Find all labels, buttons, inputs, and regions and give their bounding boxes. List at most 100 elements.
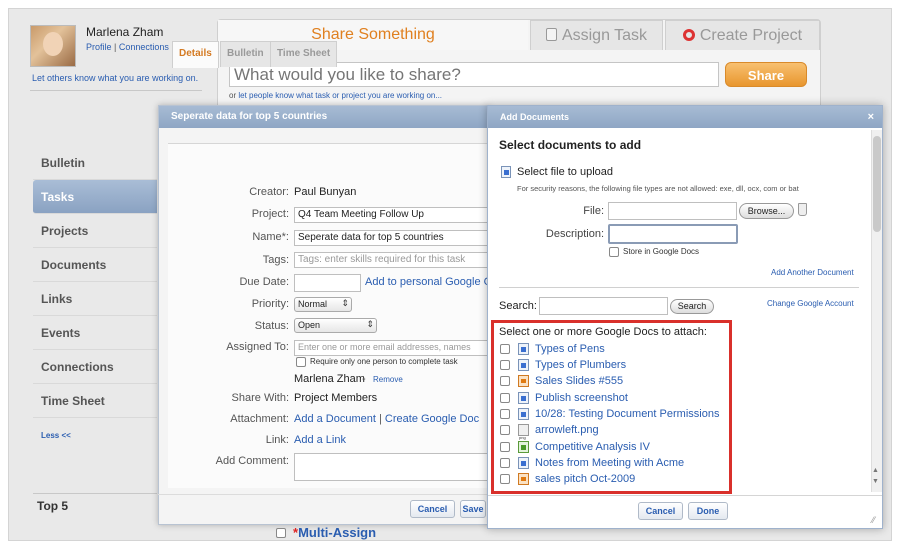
sidebar: Bulletin Tasks Projects Documents Links … <box>33 146 157 418</box>
doc-checkbox[interactable] <box>500 458 510 468</box>
tab-assign-task[interactable]: Assign Task <box>530 20 663 50</box>
profile-link[interactable]: Profile <box>86 42 112 52</box>
image-file-icon <box>518 424 529 446</box>
doc-title[interactable]: Notes from Meeting with Acme <box>535 455 684 471</box>
divider <box>33 493 157 494</box>
multi-assign-text: Multi-Assign <box>298 525 377 540</box>
sidebar-item-events[interactable]: Events <box>33 316 157 350</box>
multi-assign-checkbox[interactable] <box>276 528 286 538</box>
docs-done-button[interactable]: Done <box>688 502 728 520</box>
sidebar-item-documents[interactable]: Documents <box>33 248 157 282</box>
create-google-doc-link[interactable]: Create Google Doc <box>385 413 479 425</box>
tab-details[interactable]: Details <box>172 41 219 68</box>
due-date-field[interactable] <box>294 274 361 292</box>
close-icon[interactable]: × <box>868 106 874 128</box>
search-label: Search: <box>499 300 537 312</box>
connections-link[interactable]: Connections <box>119 42 169 52</box>
google-doc-icon <box>518 408 529 420</box>
resize-grip-icon[interactable]: ⁄⁄ <box>872 515 875 525</box>
doc-title[interactable]: Competitive Analysis IV <box>535 439 650 455</box>
tab-bulletin[interactable]: Bulletin <box>220 41 271 67</box>
file-path-field[interactable] <box>608 202 737 220</box>
add-link-link[interactable]: Add a Link <box>294 434 346 446</box>
require-one-checkbox[interactable] <box>296 357 306 367</box>
sidebar-item-time-sheet[interactable]: Time Sheet <box>33 384 157 418</box>
doc-checkbox[interactable] <box>500 393 510 403</box>
doc-checkbox[interactable] <box>500 344 510 354</box>
doc-title[interactable]: Types of Pens <box>535 341 605 357</box>
attachment-label: Attachment: <box>230 413 289 425</box>
doc-title[interactable]: Publish screenshot <box>535 390 628 406</box>
docs-search-input[interactable] <box>539 297 668 315</box>
share-hint: or let people know what task or project … <box>229 91 442 100</box>
doc-title[interactable]: Sales Slides #555 <box>535 373 623 389</box>
sidebar-item-tasks[interactable]: Tasks <box>33 180 157 214</box>
project-field[interactable]: Q4 Team Meeting Follow Up <box>294 207 488 223</box>
doc-checkbox[interactable] <box>500 474 510 484</box>
comment-field[interactable] <box>294 453 488 481</box>
add-to-google-calendar-link[interactable]: Add to personal Google C <box>365 276 492 288</box>
multi-assign-label: *Multi-Assign <box>293 525 376 540</box>
remove-assignee-link[interactable]: Remove <box>373 375 403 384</box>
google-presentation-icon <box>518 473 529 485</box>
doc-checkbox[interactable] <box>500 442 510 452</box>
task-dialog-title[interactable]: Seperate data for top 5 countries <box>159 106 489 128</box>
google-doc-icon <box>518 343 529 355</box>
assigned-to-label: Assigned To: <box>226 341 289 353</box>
doc-checkbox[interactable] <box>500 376 510 386</box>
store-google-label: Store in Google Docs <box>623 247 700 256</box>
browse-button[interactable]: Browse... <box>739 203 794 219</box>
tags-label: Tags: <box>262 254 289 266</box>
scroll-up-icon[interactable]: ▲ <box>872 467 879 474</box>
clipboard-icon <box>545 28 557 41</box>
link-separator: | <box>379 413 382 425</box>
assigned-to-field[interactable]: Enter one or more email addresses, names <box>294 340 488 356</box>
doc-checkbox[interactable] <box>500 425 510 435</box>
hint-prefix: or <box>229 91 237 100</box>
sidebar-item-projects[interactable]: Projects <box>33 214 157 248</box>
doc-title[interactable]: Types of Plumbers <box>535 357 626 373</box>
description-field[interactable] <box>608 224 738 244</box>
assignee-name: Marlena Zham <box>294 373 365 385</box>
scroll-down-icon[interactable]: ▼ <box>872 478 879 485</box>
sidebar-item-bulletin[interactable]: Bulletin <box>33 146 157 180</box>
scrollbar-thumb[interactable] <box>873 136 881 232</box>
store-google-checkbox[interactable] <box>609 247 619 257</box>
change-google-account-link[interactable]: Change Google Account <box>767 299 854 308</box>
status-prompt-link[interactable]: Let others know what you are working on. <box>32 73 198 83</box>
google-doc-icon <box>518 457 529 469</box>
status-update-link[interactable]: let people know what task or project you… <box>238 91 442 100</box>
google-doc-icon <box>518 359 529 371</box>
avatar[interactable] <box>30 25 76 67</box>
tab-time-sheet[interactable]: Time Sheet <box>270 41 338 67</box>
add-document-link[interactable]: Add a Document <box>294 413 376 425</box>
select-documents-heading: Select documents to add <box>499 138 642 152</box>
doc-checkbox[interactable] <box>500 409 510 419</box>
doc-title[interactable]: arrowleft.png <box>535 422 599 438</box>
name-field[interactable]: Seperate data for top 5 countries <box>294 230 488 246</box>
task-cancel-button[interactable]: Cancel <box>410 500 455 518</box>
tab-create-project[interactable]: Create Project <box>665 20 820 50</box>
less-link[interactable]: Less << <box>41 431 71 440</box>
security-note: For security reasons, the following file… <box>517 184 799 193</box>
doc-checkbox[interactable] <box>500 360 510 370</box>
doc-title[interactable]: 10/28: Testing Document Permissions <box>535 406 719 422</box>
status-label: Status: <box>254 320 289 332</box>
doc-title[interactable]: sales pitch Oct-2009 <box>535 471 635 487</box>
sidebar-item-connections[interactable]: Connections <box>33 350 157 384</box>
search-button[interactable]: Search <box>670 299 714 314</box>
share-button[interactable]: Share <box>725 62 807 87</box>
docs-cancel-button[interactable]: Cancel <box>638 502 683 520</box>
add-another-document-link[interactable]: Add Another Document <box>771 268 854 277</box>
divider <box>488 495 882 496</box>
trash-icon[interactable] <box>798 203 807 216</box>
require-one-label: Require only one person to complete task <box>310 357 458 366</box>
task-save-button[interactable]: Save <box>460 500 486 518</box>
priority-select[interactable]: Normal <box>294 297 352 312</box>
tags-field[interactable]: Tags: enter skills required for this tas… <box>294 252 488 268</box>
status-select[interactable]: Open <box>294 318 377 333</box>
add-documents-title[interactable]: Add Documents <box>488 106 882 128</box>
share-with-label: Share With: <box>231 392 289 404</box>
sidebar-item-links[interactable]: Links <box>33 282 157 316</box>
upload-label: Select file to upload <box>517 166 614 178</box>
